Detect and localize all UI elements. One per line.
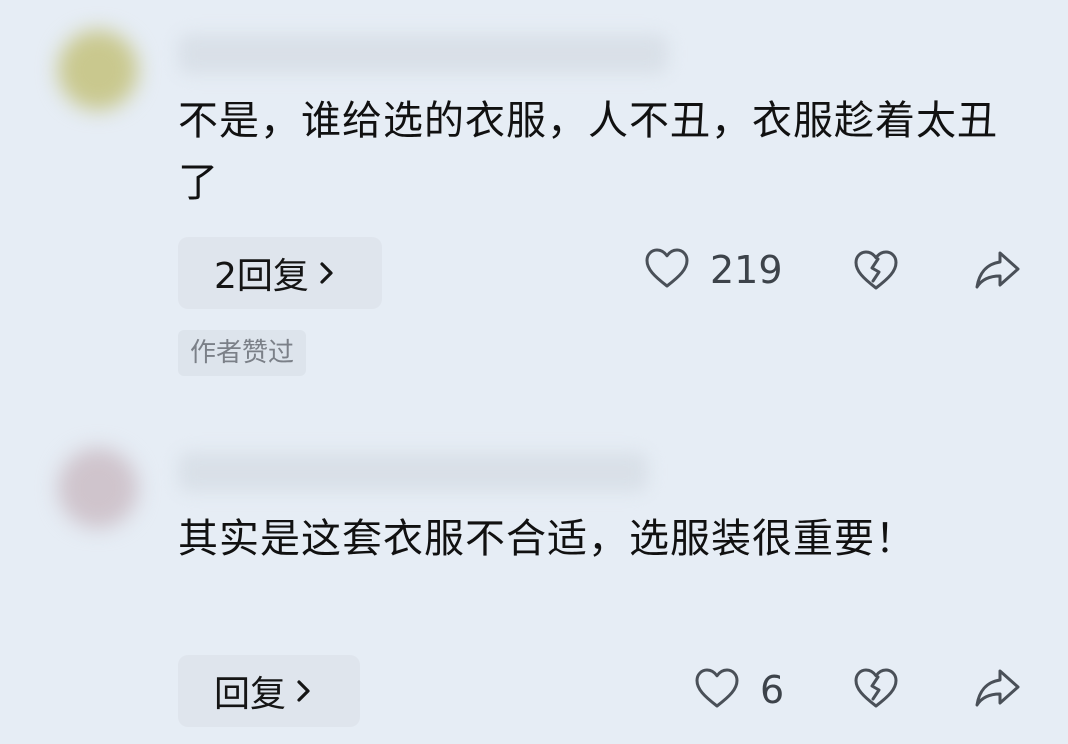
avatar[interactable]	[58, 448, 138, 528]
reply-button[interactable]: 回复	[178, 655, 360, 727]
chevron-right-icon	[317, 260, 337, 286]
like-button[interactable]: 219	[644, 247, 783, 293]
chevron-right-icon	[294, 678, 314, 704]
reply-label: 2回复	[214, 256, 309, 297]
reply-label: 回复	[214, 674, 287, 715]
share-button[interactable]	[972, 667, 1022, 713]
like-count: 6	[760, 668, 785, 712]
username-blurred[interactable]	[178, 452, 648, 492]
dislike-button[interactable]	[852, 249, 900, 295]
avatar[interactable]	[58, 30, 138, 110]
username-blurred[interactable]	[178, 34, 668, 74]
author-liked-badge: 作者赞过	[178, 330, 307, 376]
heart-outline-icon	[644, 247, 690, 293]
like-button[interactable]: 6	[694, 667, 784, 713]
share-arrow-icon	[973, 249, 1021, 295]
reply-button[interactable]: 2回复	[178, 237, 382, 309]
like-count: 219	[710, 248, 783, 292]
share-button[interactable]	[972, 249, 1022, 295]
comment-text: 其实是这套衣服不合适，选服装很重要！	[178, 516, 916, 562]
share-arrow-icon	[973, 667, 1021, 713]
broken-heart-icon	[853, 667, 899, 713]
comment-text: 不是，谁给选的衣服，人不丑，衣服趁着太丑了	[178, 98, 998, 206]
heart-outline-icon	[694, 667, 740, 713]
broken-heart-icon	[853, 249, 899, 295]
dislike-button[interactable]	[852, 667, 900, 713]
